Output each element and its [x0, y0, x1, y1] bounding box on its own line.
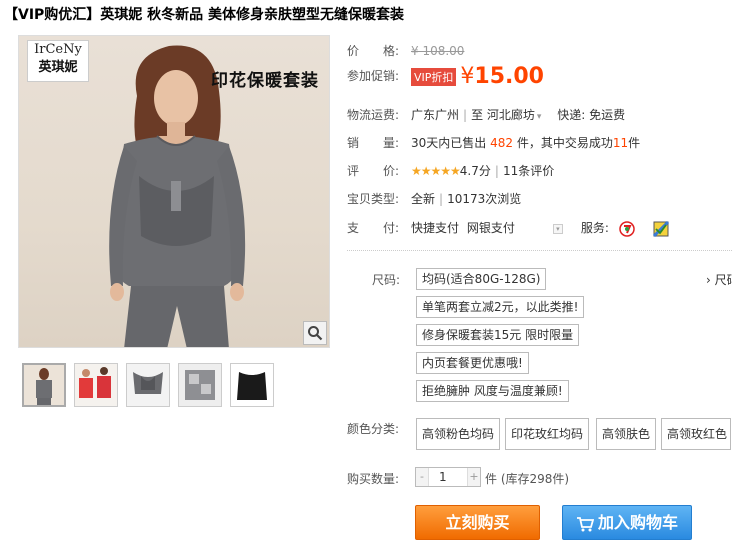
price-label: 价 格: [347, 44, 400, 58]
item-condition: 全新 [411, 192, 436, 206]
add-to-cart-label: 加入购物车 [597, 513, 678, 532]
payment-row: 支 付: 快捷支付 网银支付 ▾ 服务: [347, 219, 669, 237]
promo-price: 15.00 [474, 64, 544, 89]
color-option-2[interactable]: 印花玫红均码 [505, 418, 590, 450]
thumbnail-2-image [79, 367, 111, 398]
secure-service-icon[interactable] [652, 220, 669, 237]
promo-label: 参加促销: [347, 69, 400, 83]
quantity-decrement-button[interactable]: - [416, 468, 428, 486]
rating-stars-icon: ★★★★★ [411, 164, 461, 178]
stock-info: 件 (库存298件) [485, 472, 570, 486]
active-thumb-pointer [40, 363, 52, 364]
original-price: ¥ 108.00 [411, 44, 465, 58]
promo-price-row: 参加促销: VIP折扣 ¥15.00 [347, 64, 544, 89]
review-count-link[interactable]: 11条评价 [503, 164, 554, 178]
payment-label: 支 付: [347, 221, 400, 235]
thumbnail-1-image [36, 368, 52, 405]
payment-method-bank: 网银支付 [466, 221, 515, 235]
ship-to-dropdown-icon[interactable]: ▾ [537, 112, 542, 122]
quantity-stepper: - 1 + [415, 467, 481, 487]
sold-count: 482 [490, 136, 514, 150]
cart-icon [576, 516, 594, 531]
sales-row: 销 量: 30天内已售出 482 件，其中交易成功11件 [347, 134, 640, 151]
payment-method-express: 快捷支付 [411, 221, 460, 235]
main-product-image[interactable]: IrCeNy 英琪妮 印花保暖套装 [18, 35, 330, 348]
thumbnail-5-image [237, 372, 267, 400]
product-title: 【VIP购优汇】英琪妮 秋冬新品 美体修身亲肤塑型无缝保暖套装 [4, 7, 405, 23]
quantity-input[interactable]: 1 [428, 468, 468, 486]
color-option-3[interactable]: 高领肤色 [596, 418, 657, 450]
zoom-button[interactable] [303, 321, 327, 345]
color-label: 颜色分类: [347, 422, 400, 436]
ship-from: 广东广州 [411, 108, 460, 122]
sales-mid: 件，其中交易成功 [516, 136, 613, 150]
brand-logo-en: IrCeNy [34, 42, 82, 57]
tmall-service-icon[interactable] [618, 220, 635, 237]
thumbnail-1[interactable] [22, 363, 66, 407]
size-option[interactable]: 均码(适合80G-128G) [416, 268, 547, 290]
color-option-1[interactable]: 高领粉色均码 [416, 418, 501, 450]
sales-suffix: 件 [628, 136, 641, 150]
size-label: 尺码: [372, 273, 401, 287]
thumbnail-3[interactable] [126, 363, 170, 407]
sku-note-4[interactable]: 拒绝臃肿 风度与温度兼顾! [416, 380, 569, 402]
rating-row: 评 价: ★★★★★4.7分 | 11条评价 [347, 164, 555, 178]
size-chart-link[interactable]: › 尺码 [706, 271, 732, 288]
logistics-row: 物流运费: 广东广州 | 至 河北廊坊 ▾ 快递: 免运费 [347, 108, 626, 122]
info-divider [347, 250, 732, 251]
ship-to[interactable]: 至 河北廊坊 [471, 108, 535, 122]
view-count: 10173次浏览 [447, 192, 522, 206]
price-row: 价 格: ¥ 108.00 [347, 42, 464, 59]
thumbnail-3-image [133, 372, 163, 394]
item-type-row: 宝贝类型: 全新 | 10173次浏览 [347, 192, 522, 206]
rating-label: 评 价: [347, 164, 400, 178]
brand-logo-cn: 英琪妮 [38, 60, 78, 75]
quantity-label: 购买数量: [347, 472, 400, 486]
payment-dropdown-icon[interactable]: ▾ [552, 223, 563, 234]
rating-score: 4.7分 [459, 164, 491, 178]
sku-note-1[interactable]: 单笔两套立减2元，以此类推! [416, 296, 585, 318]
sku-note-3[interactable]: 内页套餐更优惠哦! [416, 352, 529, 374]
item-type-label: 宝贝类型: [347, 192, 400, 206]
thumbnail-4-image [185, 370, 215, 400]
logistics-label: 物流运费: [347, 108, 400, 122]
vip-discount-badge: VIP折扣 [411, 67, 457, 86]
quantity-increment-button[interactable]: + [468, 468, 480, 486]
image-promo-text: 印花保暖套装 [211, 71, 319, 91]
buy-now-button[interactable]: 立刻购买 [415, 505, 540, 540]
thumbnail-5[interactable] [230, 363, 274, 407]
color-option-4[interactable]: 高领玫红色 [661, 418, 731, 450]
sku-note-2[interactable]: 修身保暖套装15元 限时限量 [416, 324, 580, 346]
zoom-icon [308, 326, 323, 341]
currency-symbol: ¥ [460, 64, 475, 89]
brand-logo: IrCeNy 英琪妮 [27, 40, 89, 82]
thumbnail-2[interactable] [74, 363, 118, 407]
thumbnail-4[interactable] [178, 363, 222, 407]
service-label: 服务: [580, 221, 609, 235]
sales-prefix: 30天内已售出 [411, 136, 487, 150]
express-fee: 快递: 免运费 [557, 108, 626, 122]
success-count: 11 [612, 136, 629, 150]
add-to-cart-button[interactable]: 加入购物车 [562, 505, 692, 540]
thumbnail-strip [22, 363, 274, 407]
sales-label: 销 量: [347, 136, 400, 150]
